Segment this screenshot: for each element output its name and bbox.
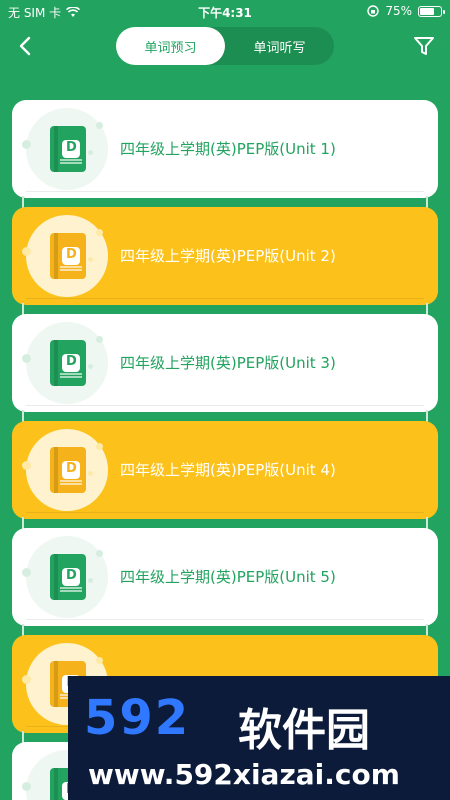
card-divider [26, 619, 424, 620]
decor-dot [22, 140, 31, 149]
book-icon [50, 554, 86, 600]
book-icon-badge [26, 429, 108, 511]
top-nav: 单词预习 单词听写 [0, 22, 450, 72]
tab-word-dictation[interactable]: 单词听写 [225, 27, 334, 65]
decor-dot [22, 461, 31, 470]
book-icon [50, 126, 86, 172]
decor-dot [96, 657, 103, 664]
decor-dot [22, 354, 31, 363]
unit-title: 四年级上学期(英)PEP版(Unit 5) [120, 568, 336, 586]
tab-word-preview[interactable]: 单词预习 [116, 27, 225, 65]
unit-card[interactable]: 四年级上学期(英)PEP版(Unit 4) [12, 421, 438, 519]
status-bar: 无 SIM 卡 下午4:31 75% [0, 0, 450, 22]
book-icon [50, 340, 86, 386]
decor-dot [96, 229, 103, 236]
book-icon-badge [26, 215, 108, 297]
decor-dot [22, 568, 31, 577]
decor-dot [88, 364, 93, 369]
book-icon [50, 233, 86, 279]
decor-dot [22, 247, 31, 256]
decor-dot [96, 336, 103, 343]
watermark-name: 软件园 [238, 705, 370, 756]
back-button[interactable] [12, 32, 40, 60]
card-divider [26, 405, 424, 406]
book-icon-badge [26, 322, 108, 404]
decor-dot [88, 471, 93, 476]
card-divider [26, 191, 424, 192]
decor-dot [88, 150, 93, 155]
watermark-url: www.592xiazai.com [88, 758, 400, 791]
decor-dot [22, 782, 31, 791]
unit-title: 四年级上学期(英)PEP版(Unit 3) [120, 354, 336, 372]
battery-icon [418, 5, 445, 17]
book-icon [50, 447, 86, 493]
filter-button[interactable] [410, 32, 438, 60]
chevron-left-icon [19, 36, 31, 56]
decor-dot [88, 578, 93, 583]
book-icon-badge [26, 108, 108, 190]
decor-dot [22, 675, 31, 684]
unit-title: 四年级上学期(英)PEP版(Unit 1) [120, 140, 336, 158]
mode-segmented-control: 单词预习 单词听写 [116, 27, 334, 65]
battery-percent: 75% [385, 4, 412, 18]
filter-icon [414, 37, 434, 55]
decor-dot [96, 122, 103, 129]
decor-dot [88, 257, 93, 262]
unit-card[interactable]: 四年级上学期(英)PEP版(Unit 2) [12, 207, 438, 305]
card-divider [26, 512, 424, 513]
decor-dot [96, 443, 103, 450]
orientation-lock-icon [367, 5, 380, 17]
book-icon-badge [26, 536, 108, 618]
unit-card[interactable]: 四年级上学期(英)PEP版(Unit 5) [12, 528, 438, 626]
unit-card[interactable]: 四年级上学期(英)PEP版(Unit 1) [12, 100, 438, 198]
watermark-banner: 592 软件园 www.592xiazai.com [68, 676, 450, 800]
unit-card[interactable]: 四年级上学期(英)PEP版(Unit 3) [12, 314, 438, 412]
decor-dot [96, 550, 103, 557]
unit-title: 四年级上学期(英)PEP版(Unit 4) [120, 461, 336, 479]
card-divider [26, 298, 424, 299]
watermark-number: 592 [84, 690, 191, 746]
unit-title: 四年级上学期(英)PEP版(Unit 2) [120, 247, 336, 265]
